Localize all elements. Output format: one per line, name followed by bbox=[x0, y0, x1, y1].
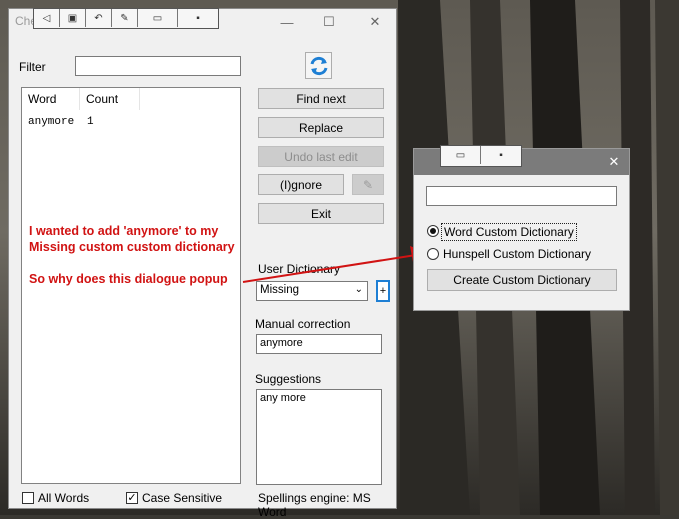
hunspell-dictionary-label: Hunspell Custom Dictionary bbox=[443, 247, 592, 261]
hunspell-dictionary-radio[interactable] bbox=[427, 248, 439, 260]
dictionary-name-input[interactable] bbox=[426, 186, 617, 206]
dialog-maximize-icon[interactable]: ▪ bbox=[481, 146, 521, 164]
create-custom-dictionary-button[interactable]: Create Custom Dictionary bbox=[427, 269, 617, 291]
word-dictionary-radio[interactable] bbox=[427, 225, 439, 237]
custom-dictionary-dialog: ▭ ▪ ✕ Word Custom Dictionary Hunspell Cu… bbox=[413, 145, 630, 311]
dialog-close-button[interactable]: ✕ bbox=[604, 153, 624, 171]
dialog-toolbar: ▭ ▪ bbox=[440, 145, 522, 167]
dialog-minimize-icon[interactable]: ▭ bbox=[441, 146, 481, 164]
word-dictionary-label: Word Custom Dictionary bbox=[441, 223, 577, 241]
